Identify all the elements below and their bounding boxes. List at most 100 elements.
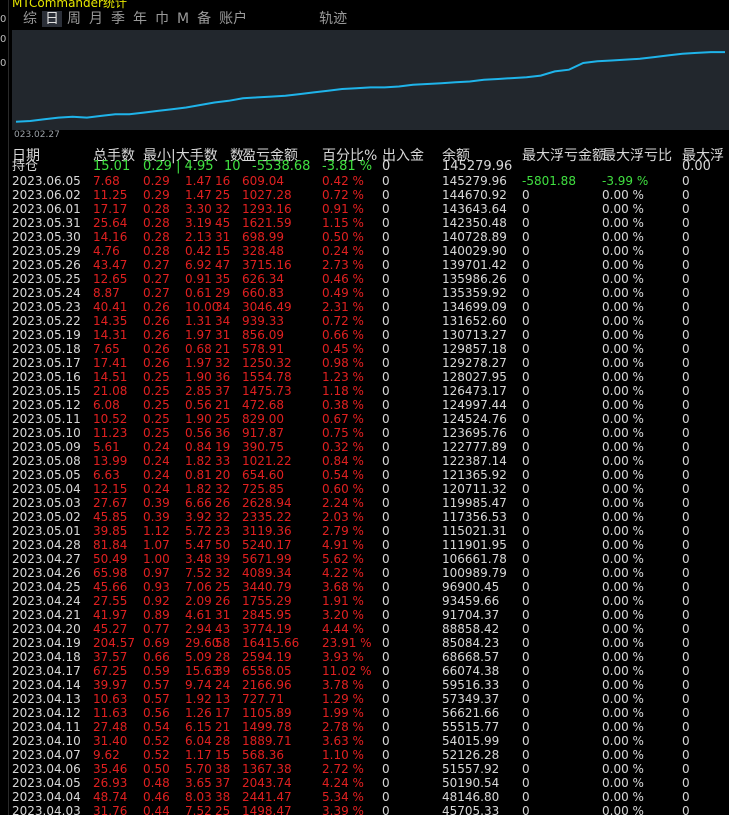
table-row[interactable]: 2023.05.09 5.61 0.24 0.84 19 390.75 0.32 % 0 122… <box>12 440 729 454</box>
table-row[interactable]: 2023.04.18 37.57 0.66 5.09 28 2594.19 3.93 % 0 6… <box>12 650 729 664</box>
table-row[interactable]: 2023.05.26 43.47 0.27 6.92 47 3715.16 2.73 % 0 1… <box>12 258 729 272</box>
tab-1[interactable]: 日 <box>42 11 62 27</box>
row-max-float: 0 <box>682 650 690 664</box>
table-row[interactable]: 2023.04.24 27.55 0.92 2.09 26 1755.29 1.91 % 0 9… <box>12 594 729 608</box>
holding-row[interactable]: 持仓 15.01 0.29 | 4.95 10 -5538.68 -3.81 %… <box>12 160 729 174</box>
row-pl: 4089.34 <box>242 566 292 580</box>
row-count: 25 <box>215 188 231 202</box>
table-row[interactable]: 2023.05.17 17.41 0.26 1.97 32 1250.32 0.98 % 0 1… <box>12 356 729 370</box>
table-row[interactable]: 2023.05.25 12.65 0.27 0.91 35 626.34 0.46 % 0 13… <box>12 272 729 286</box>
table-row[interactable]: 2023.05.16 14.51 0.25 1.90 36 1554.78 1.23 % 0 1… <box>12 370 729 384</box>
table-row[interactable]: 2023.05.29 4.76 0.28 0.42 15 328.48 0.24 % 0 140… <box>12 244 729 258</box>
table-row[interactable]: 2023.04.14 39.97 0.57 9.74 24 2166.96 3.78 % 0 5… <box>12 678 729 692</box>
row-count: 15 <box>215 244 231 258</box>
table-row[interactable]: 2023.05.24 8.87 0.27 0.61 29 660.83 0.49 % 0 135… <box>12 286 729 300</box>
table-row[interactable]: 2023.04.13 10.63 0.57 1.92 13 727.71 1.29 % 0 57… <box>12 692 729 706</box>
table-row[interactable]: 2023.05.12 6.08 0.25 0.56 21 472.68 0.38 % 0 124… <box>12 398 729 412</box>
table-row[interactable]: 2023.04.19 204.57 0.69 29.60 58 16415.66 23.91… <box>12 636 729 650</box>
table-row[interactable]: 2023.04.05 26.93 0.48 3.65 37 2043.74 4.24 % 0 5… <box>12 776 729 790</box>
row-pl: 654.60 <box>242 468 284 482</box>
tab-5[interactable]: 年 <box>130 11 150 27</box>
row-max-float-loss-pct: 0.00 % <box>602 314 644 328</box>
tab-8[interactable]: 备 <box>194 11 214 27</box>
table-row[interactable]: 2023.04.11 27.48 0.54 6.15 21 1499.78 2.78 % 0 5… <box>12 720 729 734</box>
table-row[interactable]: 2023.05.02 45.85 0.39 3.92 32 2335.22 2.03 % 0 1… <box>12 510 729 524</box>
tab-2[interactable]: 周 <box>64 11 84 27</box>
table-row[interactable]: 2023.05.08 13.99 0.24 1.82 33 1021.22 0.84 % 0 1… <box>12 454 729 468</box>
table-row[interactable]: 2023.04.27 50.49 1.00 3.48 39 5671.99 5.62 % 0 1… <box>12 552 729 566</box>
row-max-float-loss: 0 <box>522 258 530 272</box>
tab-4[interactable]: 季 <box>108 11 128 27</box>
row-max-lots: 5.47 <box>185 538 212 552</box>
table-row[interactable]: 2023.04.12 11.63 0.56 1.26 17 1105.89 1.99 % 0 5… <box>12 706 729 720</box>
row-max-float-loss: 0 <box>522 314 530 328</box>
row-min-lots: 0.25 <box>143 398 170 412</box>
table-row[interactable]: 2023.04.25 45.66 0.93 7.06 25 3440.79 3.68 % 0 9… <box>12 580 729 594</box>
row-max-lots: 5.70 <box>185 762 212 776</box>
table-row[interactable]: 2023.04.28 81.84 1.07 5.47 50 5240.17 4.91 % 0 1… <box>12 538 729 552</box>
table-row[interactable]: 2023.05.04 12.15 0.24 1.82 32 725.85 0.60 % 0 12… <box>12 482 729 496</box>
table-row[interactable]: 2023.04.21 41.97 0.89 4.61 31 2845.95 3.20 % 0 9… <box>12 608 729 622</box>
row-percent: 3.93 % <box>322 650 364 664</box>
row-date: 2023.05.09 <box>12 440 81 454</box>
row-total-lots: 11.23 <box>93 426 128 440</box>
row-percent: 1.91 % <box>322 594 364 608</box>
row-max-float-loss: 0 <box>522 776 530 790</box>
row-total-lots: 9.62 <box>93 748 120 762</box>
row-min-lots: 0.28 <box>143 216 170 230</box>
table-row[interactable]: 2023.06.01 17.17 0.28 3.30 32 1293.16 0.91 % 0 1… <box>12 202 729 216</box>
table-row[interactable]: 2023.05.01 39.85 1.12 5.72 23 3119.36 2.79 % 0 1… <box>12 524 729 538</box>
row-max-float-loss-pct: 0.00 % <box>602 202 644 216</box>
row-percent: 1.23 % <box>322 370 364 384</box>
row-max-float-loss: 0 <box>522 398 530 412</box>
row-min-lots: 0.26 <box>143 314 170 328</box>
row-pl: 1021.22 <box>242 454 292 468</box>
row-date: 2023.05.12 <box>12 398 81 412</box>
table-row[interactable]: 2023.06.05 7.68 0.29 1.47 16 609.04 0.42 % 0 145… <box>12 174 729 188</box>
tab-7[interactable]: M <box>174 11 192 27</box>
table-row[interactable]: 2023.04.10 31.40 0.52 6.04 28 1889.71 3.63 % 0 5… <box>12 734 729 748</box>
row-max-float: 0 <box>682 566 690 580</box>
row-min-lots: 0.52 <box>143 734 170 748</box>
table-row[interactable]: 2023.05.05 6.63 0.24 0.81 20 654.60 0.54 % 0 121… <box>12 468 729 482</box>
row-flow: 0 <box>382 328 390 342</box>
tab-10[interactable]: 轨迹 <box>316 11 350 27</box>
row-flow: 0 <box>382 580 390 594</box>
tab-6[interactable]: 巾 <box>152 11 172 27</box>
table-row[interactable]: 2023.04.04 48.74 0.46 8.03 38 2441.47 5.34 % 0 4… <box>12 790 729 804</box>
table-row[interactable]: 2023.05.18 7.65 0.26 0.68 21 578.91 0.45 % 0 129… <box>12 342 729 356</box>
table-row[interactable]: 2023.06.02 11.25 0.29 1.47 25 1027.28 0.72 % 0 1… <box>12 188 729 202</box>
table-row[interactable]: 2023.04.20 45.27 0.77 2.94 43 3774.19 4.44 % 0 8… <box>12 622 729 636</box>
tab-3[interactable]: 月 <box>86 11 106 27</box>
table-row[interactable]: 2023.04.17 67.25 0.59 15.63 39 6558.05 11.02 %… <box>12 664 729 678</box>
row-max-float: 0 <box>682 314 690 328</box>
row-date: 2023.05.26 <box>12 258 81 272</box>
row-percent: 2.79 % <box>322 524 364 538</box>
row-balance: 121365.92 <box>442 468 507 482</box>
row-total-lots: 31.76 <box>93 804 128 815</box>
holding-last: 0.00 <box>682 159 711 174</box>
row-date: 2023.04.18 <box>12 650 81 664</box>
row-total-lots: 26.93 <box>93 776 128 790</box>
table-row[interactable]: 2023.05.11 10.52 0.25 1.90 25 829.00 0.67 % 0 12… <box>12 412 729 426</box>
row-max-float-loss: 0 <box>522 524 530 538</box>
table-row[interactable]: 2023.05.03 27.67 0.39 6.66 26 2628.94 2.24 % 0 1… <box>12 496 729 510</box>
row-max-float-loss: 0 <box>522 538 530 552</box>
row-max-float-loss: 0 <box>522 454 530 468</box>
row-max-float-loss: 0 <box>522 790 530 804</box>
table-row[interactable]: 2023.04.03 31.76 0.44 7.52 25 1498.47 3.39 % 0 4… <box>12 804 729 815</box>
table-row[interactable]: 2023.05.31 25.64 0.28 3.19 45 1621.59 1.15 % 0 1… <box>12 216 729 230</box>
table-row[interactable]: 2023.04.07 9.62 0.52 1.17 15 568.36 1.10 % 0 521… <box>12 748 729 762</box>
table-row[interactable]: 2023.05.10 11.23 0.25 0.56 36 917.87 0.75 % 0 12… <box>12 426 729 440</box>
table-row[interactable]: 2023.05.30 14.16 0.28 2.13 31 698.99 0.50 % 0 14… <box>12 230 729 244</box>
tab-0[interactable]: 综 <box>20 11 40 27</box>
table-row[interactable]: 2023.04.26 65.98 0.97 7.52 32 4089.34 4.22 % 0 1… <box>12 566 729 580</box>
row-max-lots: 6.66 <box>185 496 212 510</box>
tab-9[interactable]: 账户 <box>216 11 250 27</box>
table-row[interactable]: 2023.05.15 21.08 0.25 2.85 37 1475.73 1.18 % 0 1… <box>12 384 729 398</box>
table-row[interactable]: 2023.05.22 14.35 0.26 1.31 34 939.33 0.72 % 0 13… <box>12 314 729 328</box>
table-row[interactable]: 2023.05.23 40.41 0.26 10.00 34 3046.49 2.31 % 0… <box>12 300 729 314</box>
row-date: 2023.05.04 <box>12 482 81 496</box>
table-row[interactable]: 2023.05.19 14.31 0.26 1.97 31 856.09 0.66 % 0 13… <box>12 328 729 342</box>
table-row[interactable]: 2023.04.06 35.46 0.50 5.70 38 1367.38 2.72 % 0 5… <box>12 762 729 776</box>
